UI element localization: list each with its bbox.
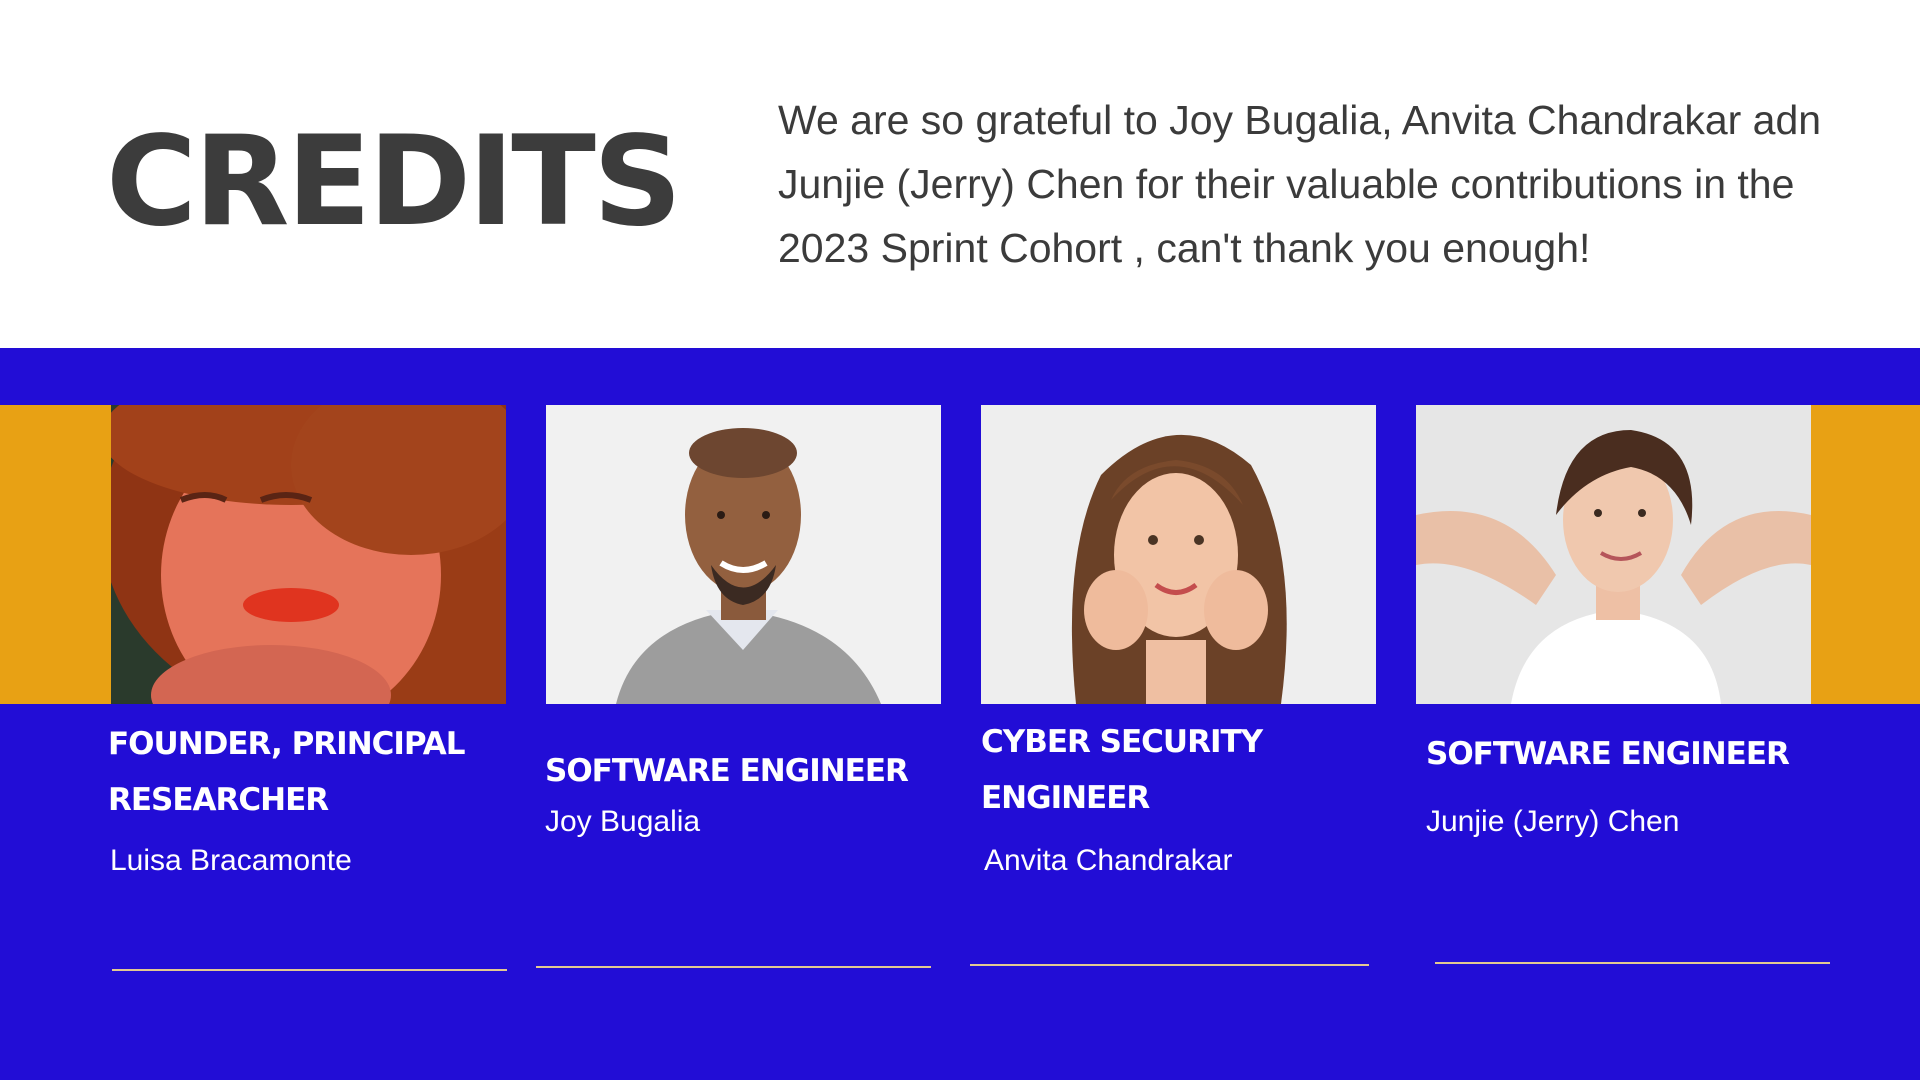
member-name-1: Luisa Bracamonte	[110, 844, 352, 877]
member-name-4: Junjie (Jerry) Chen	[1426, 805, 1680, 838]
intro-text: We are so grateful to Joy Bugalia, Anvit…	[778, 97, 1822, 271]
member-name-2: Joy Bugalia	[545, 805, 701, 838]
divider-1	[112, 969, 507, 971]
member-photo-3	[981, 405, 1376, 704]
accent-stripe-left	[0, 405, 111, 704]
header-section: CREDITS We are so grateful to Joy Bugali…	[0, 0, 1920, 348]
member-photo-2	[546, 405, 941, 704]
divider-2	[536, 966, 931, 968]
page-title: CREDITS	[106, 110, 682, 254]
member-name-3: Anvita Chandrakar	[984, 844, 1233, 877]
divider-3	[970, 964, 1369, 966]
member-photo-1	[111, 405, 506, 704]
accent-stripe-right	[1811, 405, 1920, 704]
member-role-1: FOUNDER, PRINCIPAL RESEARCHER	[108, 726, 466, 818]
member-role-2: SOFTWARE ENGINEER	[545, 753, 909, 789]
divider-4	[1435, 962, 1830, 964]
member-role-3: CYBER SECURITY ENGINEER	[981, 724, 1263, 816]
credits-slide: CREDITS We are so grateful to Joy Bugali…	[0, 0, 1920, 1080]
member-role-4: SOFTWARE ENGINEER	[1426, 736, 1790, 772]
member-photo-4	[1416, 405, 1811, 704]
